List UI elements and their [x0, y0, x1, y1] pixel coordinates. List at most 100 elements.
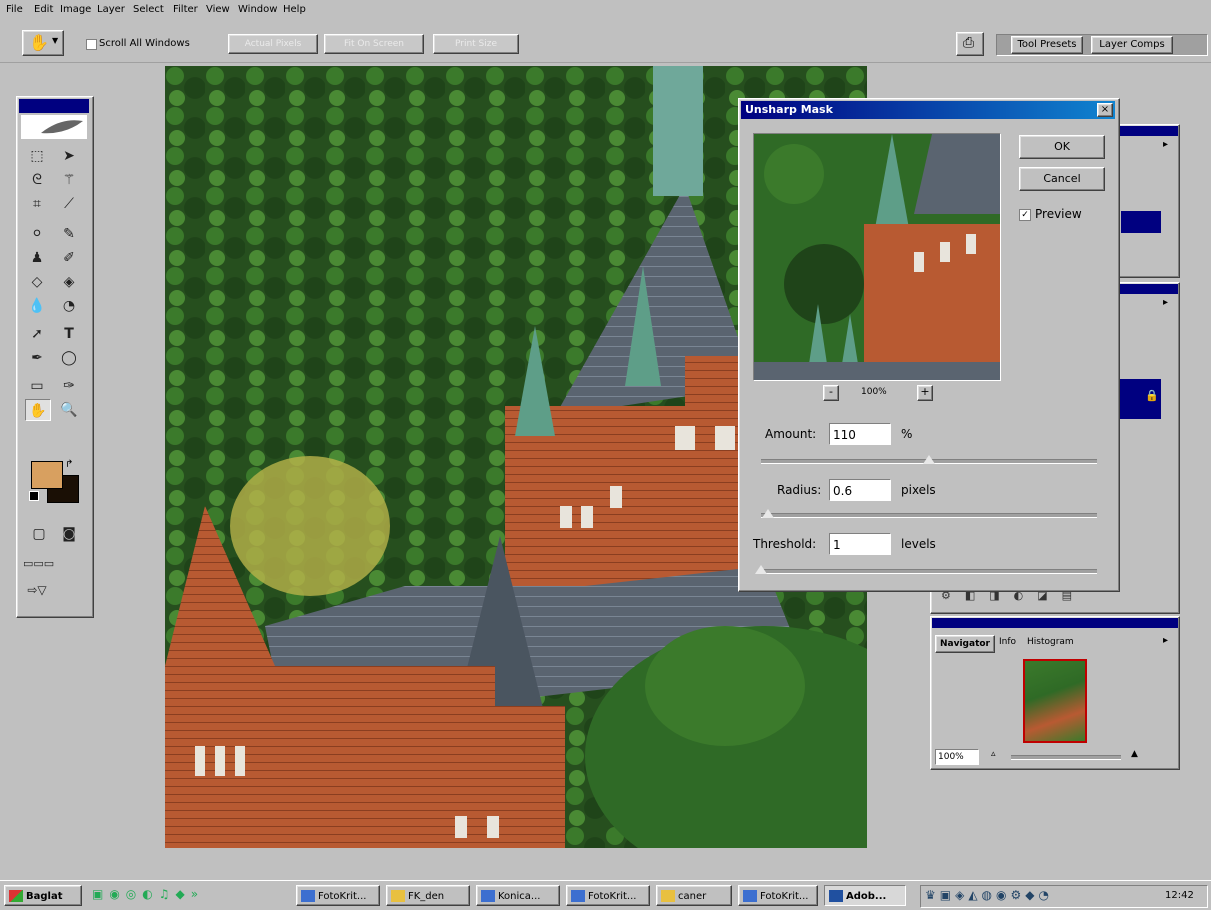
task-button-photoshop[interactable]: Adob...: [824, 885, 906, 906]
palette-menu-icon[interactable]: ▸: [1163, 139, 1168, 150]
layer-row-selected[interactable]: 🔒: [1119, 379, 1161, 419]
ie-icon: [301, 890, 315, 902]
radius-slider-thumb[interactable]: [761, 509, 774, 518]
dialog-title-bar[interactable]: Unsharp Mask: [741, 101, 1115, 119]
ok-button[interactable]: OK: [1019, 135, 1105, 159]
paint-bucket-icon[interactable]: ◈: [55, 271, 83, 293]
slice-tool-icon[interactable]: ⟋: [55, 193, 83, 215]
tool-preset-picker[interactable]: ✋ ▼: [22, 30, 64, 56]
pen-tool-icon[interactable]: ✒: [23, 347, 51, 369]
preview-checkbox[interactable]: ✓: [1019, 209, 1031, 221]
palette-menu-icon[interactable]: ▸: [1163, 297, 1168, 308]
history-brush-icon[interactable]: ✐: [55, 247, 83, 269]
menu-layer[interactable]: Layer: [97, 4, 125, 15]
palette-top-title-bar[interactable]: [1118, 126, 1178, 136]
system-tray: ♛▣◈◭◍◉⚙◆◔ 12:42: [920, 885, 1208, 908]
print-size-button[interactable]: Print Size: [433, 34, 519, 54]
navigator-thumbnail[interactable]: [1023, 659, 1087, 743]
zoom-out-icon[interactable]: ▵: [991, 749, 996, 759]
blur-tool-icon[interactable]: 💧: [23, 295, 51, 317]
menu-file[interactable]: File: [6, 4, 23, 15]
ie-icon: [743, 890, 757, 902]
tab-layer-comps[interactable]: Layer Comps: [1091, 36, 1173, 54]
task-button-3[interactable]: Konica...: [476, 885, 560, 906]
threshold-input[interactable]: 1: [829, 533, 891, 555]
toolbox-title-bar[interactable]: [19, 99, 89, 113]
folder-icon: [661, 890, 675, 902]
scroll-all-checkbox[interactable]: [86, 39, 97, 50]
navigator-title-bar[interactable]: [932, 618, 1178, 628]
tab-histogram[interactable]: Histogram: [1027, 637, 1074, 647]
healing-brush-icon[interactable]: ⚪: [23, 223, 51, 245]
navigator-zoom-field[interactable]: 100%: [935, 749, 979, 765]
dialog-title: Unsharp Mask: [745, 103, 833, 116]
dialog-preview-window[interactable]: [753, 133, 1001, 381]
tab-navigator[interactable]: Navigator: [935, 635, 995, 653]
marquee-tool-icon[interactable]: ⬚: [23, 145, 51, 167]
quick-mask-icon[interactable]: ◙: [55, 523, 83, 545]
menu-window[interactable]: Window: [238, 4, 277, 15]
menu-select[interactable]: Select: [133, 4, 164, 15]
threshold-slider[interactable]: [761, 569, 1097, 574]
shape-tool-icon[interactable]: ◯: [55, 347, 83, 369]
jump-to-imageready-icon[interactable]: ⇨▽: [23, 579, 51, 601]
notes-tool-icon[interactable]: ▭: [23, 375, 51, 397]
menu-help[interactable]: Help: [283, 4, 306, 15]
foreground-color-swatch[interactable]: [31, 461, 63, 489]
task-button-2[interactable]: FK_den: [386, 885, 470, 906]
brush-tool-icon[interactable]: ✎: [55, 223, 83, 245]
standard-mode-icon[interactable]: ▢: [25, 523, 53, 545]
hand-tool-icon[interactable]: ✋: [25, 399, 51, 421]
start-button[interactable]: Baglat: [4, 885, 82, 906]
zoom-in-icon[interactable]: ▲: [1131, 749, 1138, 759]
task-button-5[interactable]: caner: [656, 885, 732, 906]
palette-menu-icon[interactable]: ▸: [1163, 635, 1168, 646]
scroll-all-label: Scroll All Windows: [99, 38, 190, 49]
tab-info[interactable]: Info: [999, 637, 1016, 647]
menu-edit[interactable]: Edit: [34, 4, 53, 15]
tray-icons[interactable]: ♛▣◈◭◍◉⚙◆◔: [925, 888, 1053, 902]
preview-zoom-in-button[interactable]: +: [917, 385, 933, 401]
screen-mode-icons[interactable]: ▭▭▭: [23, 553, 54, 575]
eraser-tool-icon[interactable]: ◇: [23, 271, 51, 293]
fit-on-screen-button[interactable]: Fit On Screen: [324, 34, 424, 54]
radius-input[interactable]: 0.6: [829, 479, 891, 501]
lasso-tool-icon[interactable]: ᘓ: [23, 169, 51, 191]
task-button-1[interactable]: FotoKrit...: [296, 885, 380, 906]
close-icon[interactable]: ×: [1097, 103, 1113, 117]
move-tool-icon[interactable]: ➤: [55, 145, 83, 167]
amount-input[interactable]: 110: [829, 423, 891, 445]
radius-slider[interactable]: [761, 513, 1097, 518]
clone-stamp-icon[interactable]: ♟: [23, 247, 51, 269]
folder-icon: [391, 890, 405, 902]
task-button-6[interactable]: FotoKrit...: [738, 885, 818, 906]
navigator-zoom-slider[interactable]: [1011, 755, 1121, 760]
menu-image[interactable]: Image: [60, 4, 91, 15]
palette-top: ▸: [1116, 124, 1180, 278]
amount-label: Amount:: [765, 427, 817, 441]
options-bar: ✋ ▼ Scroll All Windows Actual Pixels Fit…: [0, 26, 1211, 63]
menu-filter[interactable]: Filter: [173, 4, 198, 15]
amount-slider-thumb[interactable]: [923, 455, 935, 464]
tab-tool-presets[interactable]: Tool Presets: [1011, 36, 1083, 54]
threshold-slider-thumb[interactable]: [755, 565, 767, 574]
preview-zoom-out-button[interactable]: -: [823, 385, 839, 401]
swap-colors-icon[interactable]: ↱: [65, 459, 73, 470]
ie-icon: [571, 890, 585, 902]
path-selection-icon[interactable]: ➚: [23, 323, 51, 345]
quick-launch-icons[interactable]: ▣◉◎◐♫◆»: [92, 887, 282, 905]
unsharp-mask-dialog: Unsharp Mask × - 100% + OK Cancel ✓ Prev…: [738, 98, 1120, 592]
menu-view[interactable]: View: [206, 4, 230, 15]
palette-selected-row[interactable]: [1121, 211, 1161, 233]
actual-pixels-button[interactable]: Actual Pixels: [228, 34, 318, 54]
dodge-tool-icon[interactable]: ◔: [55, 295, 83, 317]
task-button-4[interactable]: FotoKrit...: [566, 885, 650, 906]
cancel-button[interactable]: Cancel: [1019, 167, 1105, 191]
eyedropper-icon[interactable]: ✑: [55, 375, 83, 397]
type-tool-icon[interactable]: T: [55, 323, 83, 345]
palette-well-button[interactable]: ⎙: [956, 32, 984, 56]
default-colors-icon[interactable]: [29, 491, 39, 501]
zoom-tool-icon[interactable]: 🔍: [55, 399, 83, 421]
crop-tool-icon[interactable]: ⌗: [23, 193, 51, 215]
magic-wand-tool-icon[interactable]: ⚚: [55, 169, 83, 191]
